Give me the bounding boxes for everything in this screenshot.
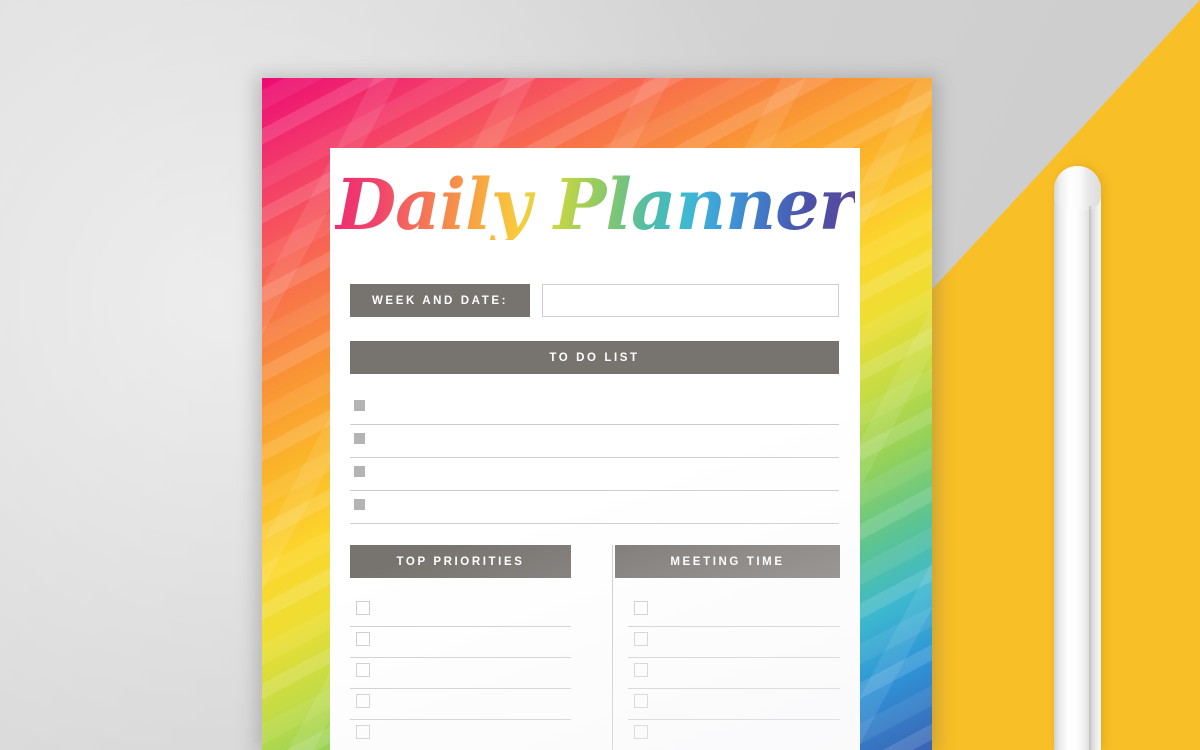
meeting-time-item[interactable]: [628, 658, 840, 689]
stylus-pen: [1054, 166, 1101, 750]
week-and-date-row: WEEK AND DATE:: [350, 284, 839, 317]
top-priorities-item[interactable]: [350, 627, 571, 658]
top-priorities-column: TOP PRIORITIES: [350, 545, 571, 750]
unchecked-checkbox-icon[interactable]: [634, 663, 648, 677]
todo-list-item[interactable]: [350, 392, 839, 425]
meeting-time-item[interactable]: [628, 627, 840, 658]
column-gap: [571, 545, 612, 750]
meeting-time-item[interactable]: [628, 689, 840, 720]
meeting-time-rows: [614, 596, 840, 750]
unchecked-checkbox-icon[interactable]: [634, 632, 648, 646]
filled-square-bullet-icon: [354, 466, 365, 477]
todo-list-item[interactable]: [350, 491, 839, 524]
meeting-time-column: MEETING TIME: [612, 545, 840, 750]
page-title: Daily Planner: [335, 163, 855, 246]
week-and-date-input[interactable]: [542, 284, 839, 317]
unchecked-checkbox-icon[interactable]: [634, 694, 648, 708]
unchecked-checkbox-icon[interactable]: [634, 601, 648, 615]
top-priorities-item[interactable]: [350, 658, 571, 689]
planner-content-card: Daily Planner WEEK AND DATE: TO DO LIST: [330, 148, 860, 750]
todo-list-item[interactable]: [350, 458, 839, 491]
todo-list-heading: TO DO LIST: [350, 341, 839, 374]
top-priorities-item[interactable]: [350, 689, 571, 720]
page-title-container: Daily Planner: [330, 170, 860, 240]
unchecked-checkbox-icon[interactable]: [356, 663, 370, 677]
unchecked-checkbox-icon[interactable]: [634, 725, 648, 739]
unchecked-checkbox-icon[interactable]: [356, 601, 370, 615]
top-priorities-item[interactable]: [350, 596, 571, 627]
meeting-time-item[interactable]: [628, 720, 840, 750]
unchecked-checkbox-icon[interactable]: [356, 694, 370, 708]
meeting-time-heading: MEETING TIME: [615, 545, 840, 578]
meeting-time-item[interactable]: [628, 596, 840, 627]
week-and-date-label: WEEK AND DATE:: [350, 284, 530, 317]
bottom-columns: TOP PRIORITIES MEETING TIME: [350, 545, 860, 750]
unchecked-checkbox-icon[interactable]: [356, 725, 370, 739]
stylus-pen-cap: [1054, 166, 1101, 210]
filled-square-bullet-icon: [354, 400, 365, 411]
top-priorities-heading: TOP PRIORITIES: [350, 545, 571, 578]
stylus-pen-seam: [1089, 206, 1092, 750]
unchecked-checkbox-icon[interactable]: [356, 632, 370, 646]
todo-list-rows: [350, 392, 839, 524]
top-priorities-rows: [350, 596, 571, 750]
top-priorities-item[interactable]: [350, 720, 571, 750]
mockup-scene: Daily Planner WEEK AND DATE: TO DO LIST: [0, 0, 1200, 750]
todo-list-item[interactable]: [350, 425, 839, 458]
filled-square-bullet-icon: [354, 499, 365, 510]
filled-square-bullet-icon: [354, 433, 365, 444]
